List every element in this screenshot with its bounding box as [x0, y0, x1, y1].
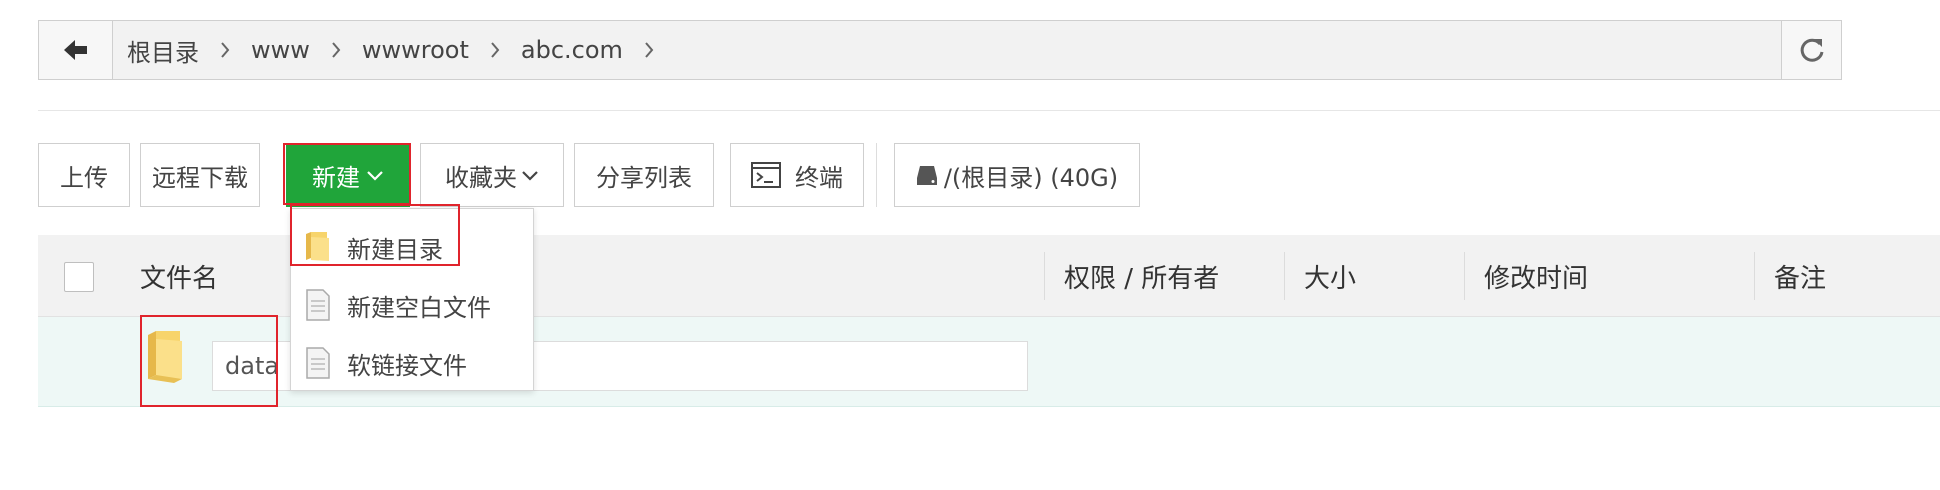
menu-item-symlink-file[interactable]: 软链接文件 — [291, 335, 533, 391]
hard-drive-icon — [916, 166, 937, 185]
path-bar: 根目录 www wwwroot abc.com — [38, 20, 1842, 80]
breadcrumb-item-www[interactable]: www — [251, 36, 310, 64]
share-list-button-label: 分享列表 — [596, 163, 692, 192]
column-separator — [1284, 252, 1285, 300]
breadcrumb-item-wwwroot[interactable]: wwwroot — [362, 36, 469, 64]
terminal-icon — [751, 162, 781, 188]
toolbar-divider — [876, 143, 877, 207]
arrow-left-icon — [64, 40, 87, 60]
refresh-button[interactable] — [1781, 21, 1841, 79]
remote-download-button[interactable]: 远程下载 — [140, 143, 260, 207]
back-button[interactable] — [39, 21, 113, 79]
column-separator — [1044, 252, 1045, 300]
upload-button[interactable]: 上传 — [38, 143, 130, 207]
menu-item-new-blank-file[interactable]: 新建空白文件 — [291, 277, 533, 333]
remote-download-button-label: 远程下载 — [152, 163, 248, 192]
divider-line — [38, 110, 1940, 111]
column-separator — [1754, 252, 1755, 300]
chevron-right-icon — [489, 41, 501, 59]
terminal-button[interactable]: 终端 — [730, 143, 864, 207]
column-header-size[interactable]: 大小 — [1304, 235, 1356, 317]
column-separator — [1464, 252, 1465, 300]
select-all-checkbox[interactable] — [64, 262, 94, 292]
column-header-note[interactable]: 备注 — [1774, 235, 1826, 317]
highlight-new-button — [283, 143, 411, 205]
refresh-icon — [1800, 38, 1824, 62]
column-header-permission[interactable]: 权限 / 所有者 — [1064, 235, 1219, 317]
column-header-modified[interactable]: 修改时间 — [1484, 235, 1588, 317]
menu-item-new-blank-file-label: 新建空白文件 — [347, 293, 491, 322]
disk-button[interactable]: /(根目录) (40G) — [894, 143, 1140, 207]
chevron-right-icon — [643, 41, 655, 59]
breadcrumb-item-abc[interactable]: abc.com — [521, 36, 623, 64]
breadcrumb: 根目录 www wwwroot abc.com — [127, 21, 675, 79]
favorites-button-label: 收藏夹 — [445, 163, 517, 192]
chevron-right-icon — [219, 41, 231, 59]
column-header-name[interactable]: 文件名 — [140, 235, 218, 317]
upload-button-label: 上传 — [60, 163, 108, 192]
breadcrumb-item-root[interactable]: 根目录 — [127, 33, 199, 68]
highlight-new-folder-item — [290, 204, 460, 266]
disk-button-label: /(根目录) (40G) — [943, 163, 1119, 192]
chevron-right-icon — [330, 41, 342, 59]
terminal-button-label: 终端 — [795, 163, 843, 192]
share-list-button[interactable]: 分享列表 — [574, 143, 714, 207]
highlight-new-folder-row — [140, 315, 278, 407]
file-icon — [306, 289, 330, 321]
favorites-button[interactable]: 收藏夹 — [420, 143, 564, 207]
chevron-down-icon — [522, 171, 538, 181]
menu-item-symlink-file-label: 软链接文件 — [347, 351, 467, 380]
link-file-icon — [306, 347, 330, 379]
